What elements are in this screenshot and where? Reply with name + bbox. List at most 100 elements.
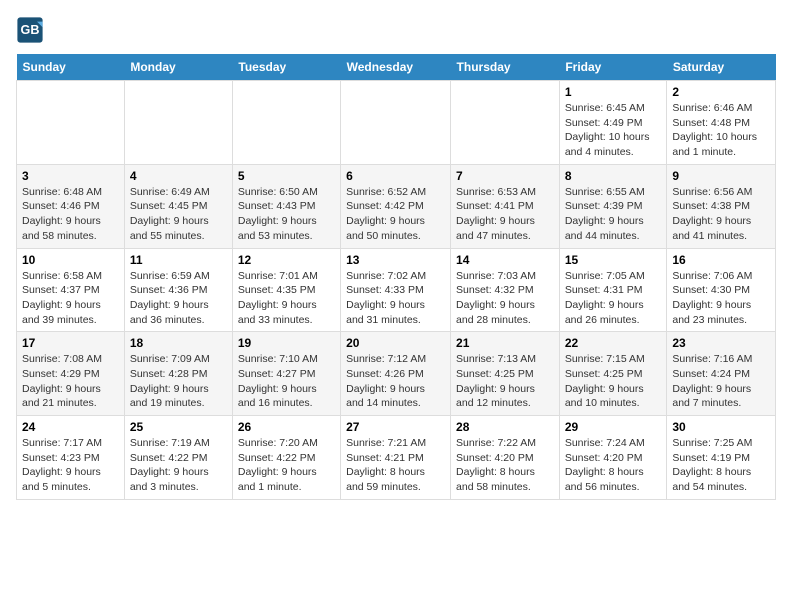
day-info: Sunrise: 6:50 AM Sunset: 4:43 PM Dayligh… [238,185,335,244]
day-info: Sunrise: 7:12 AM Sunset: 4:26 PM Dayligh… [346,352,445,411]
page-header: GB [16,16,776,44]
calendar-cell: 24 Sunrise: 7:17 AM Sunset: 4:23 PM Dayli… [17,416,125,500]
day-info: Sunrise: 6:59 AM Sunset: 4:36 PM Dayligh… [130,269,227,328]
day-info: Sunrise: 6:58 AM Sunset: 4:37 PM Dayligh… [22,269,119,328]
calendar-cell: 20 Sunrise: 7:12 AM Sunset: 4:26 PM Dayli… [341,332,451,416]
day-info: Sunrise: 7:05 AM Sunset: 4:31 PM Dayligh… [565,269,662,328]
day-number: 19 [238,336,335,350]
col-header-sunday: Sunday [17,54,125,81]
day-info: Sunrise: 7:10 AM Sunset: 4:27 PM Dayligh… [238,352,335,411]
calendar-cell: 16 Sunrise: 7:06 AM Sunset: 4:30 PM Dayli… [667,248,776,332]
day-info: Sunrise: 6:52 AM Sunset: 4:42 PM Dayligh… [346,185,445,244]
calendar-cell [124,81,232,165]
calendar-cell: 26Sunrise: 7:20 AM Sunset: 4:22 PM Dayli… [232,416,340,500]
day-info: Sunrise: 6:56 AM Sunset: 4:38 PM Dayligh… [672,185,770,244]
day-number: 30 [672,420,770,434]
day-number: 23 [672,336,770,350]
calendar-cell: 13 Sunrise: 7:02 AM Sunset: 4:33 PM Dayli… [341,248,451,332]
day-info: Sunrise: 6:46 AM Sunset: 4:48 PM Dayligh… [672,101,770,160]
day-info: Sunrise: 6:55 AM Sunset: 4:39 PM Dayligh… [565,185,662,244]
svg-text:GB: GB [21,23,40,37]
day-number: 4 [130,169,227,183]
calendar-cell: 29Sunrise: 7:24 AM Sunset: 4:20 PM Dayli… [559,416,667,500]
calendar-cell [451,81,560,165]
day-info: Sunrise: 7:17 AM Sunset: 4:23 PM Dayligh… [22,436,119,495]
calendar-week-4: 17Sunrise: 7:08 AM Sunset: 4:29 PM Dayli… [17,332,776,416]
calendar-cell [232,81,340,165]
day-number: 7 [456,169,554,183]
calendar-body: 1Sunrise: 6:45 AM Sunset: 4:49 PM Daylig… [17,81,776,500]
day-number: 11 [130,253,227,267]
day-number: 15 [565,253,662,267]
calendar-cell: 21 Sunrise: 7:13 AM Sunset: 4:25 PM Dayli… [451,332,560,416]
calendar-cell: 17Sunrise: 7:08 AM Sunset: 4:29 PM Dayli… [17,332,125,416]
calendar-table: SundayMondayTuesdayWednesdayThursdayFrid… [16,54,776,500]
day-number: 3 [22,169,119,183]
day-number: 6 [346,169,445,183]
day-info: Sunrise: 6:49 AM Sunset: 4:45 PM Dayligh… [130,185,227,244]
calendar-cell: 30 Sunrise: 7:25 AM Sunset: 4:19 PM Dayli… [667,416,776,500]
calendar-cell: 4 Sunrise: 6:49 AM Sunset: 4:45 PM Daylig… [124,164,232,248]
col-header-monday: Monday [124,54,232,81]
day-number: 21 [456,336,554,350]
calendar-week-5: 24 Sunrise: 7:17 AM Sunset: 4:23 PM Dayli… [17,416,776,500]
day-number: 10 [22,253,119,267]
day-info: Sunrise: 7:01 AM Sunset: 4:35 PM Dayligh… [238,269,335,328]
col-header-wednesday: Wednesday [341,54,451,81]
day-info: Sunrise: 6:53 AM Sunset: 4:41 PM Dayligh… [456,185,554,244]
calendar-cell: 9 Sunrise: 6:56 AM Sunset: 4:38 PM Daylig… [667,164,776,248]
col-header-tuesday: Tuesday [232,54,340,81]
day-info: Sunrise: 6:48 AM Sunset: 4:46 PM Dayligh… [22,185,119,244]
day-number: 12 [238,253,335,267]
day-info: Sunrise: 7:03 AM Sunset: 4:32 PM Dayligh… [456,269,554,328]
day-info: Sunrise: 7:25 AM Sunset: 4:19 PM Dayligh… [672,436,770,495]
col-header-saturday: Saturday [667,54,776,81]
day-number: 16 [672,253,770,267]
calendar-cell [17,81,125,165]
day-info: Sunrise: 7:21 AM Sunset: 4:21 PM Dayligh… [346,436,445,495]
day-number: 17 [22,336,119,350]
calendar-header-row: SundayMondayTuesdayWednesdayThursdayFrid… [17,54,776,81]
calendar-cell: 5Sunrise: 6:50 AM Sunset: 4:43 PM Daylig… [232,164,340,248]
calendar-week-2: 3 Sunrise: 6:48 AM Sunset: 4:46 PM Daylig… [17,164,776,248]
day-number: 24 [22,420,119,434]
calendar-cell: 3 Sunrise: 6:48 AM Sunset: 4:46 PM Daylig… [17,164,125,248]
calendar-week-1: 1Sunrise: 6:45 AM Sunset: 4:49 PM Daylig… [17,81,776,165]
day-info: Sunrise: 7:15 AM Sunset: 4:25 PM Dayligh… [565,352,662,411]
calendar-cell: 10 Sunrise: 6:58 AM Sunset: 4:37 PM Dayli… [17,248,125,332]
day-number: 25 [130,420,227,434]
calendar-cell: 22 Sunrise: 7:15 AM Sunset: 4:25 PM Dayli… [559,332,667,416]
day-number: 13 [346,253,445,267]
calendar-cell: 12 Sunrise: 7:01 AM Sunset: 4:35 PM Dayli… [232,248,340,332]
calendar-cell: 15 Sunrise: 7:05 AM Sunset: 4:31 PM Dayli… [559,248,667,332]
day-info: Sunrise: 7:20 AM Sunset: 4:22 PM Dayligh… [238,436,335,495]
calendar-cell: 18 Sunrise: 7:09 AM Sunset: 4:28 PM Dayli… [124,332,232,416]
day-number: 2 [672,85,770,99]
day-info: Sunrise: 7:13 AM Sunset: 4:25 PM Dayligh… [456,352,554,411]
calendar-cell [341,81,451,165]
calendar-cell: 7 Sunrise: 6:53 AM Sunset: 4:41 PM Daylig… [451,164,560,248]
day-info: Sunrise: 7:16 AM Sunset: 4:24 PM Dayligh… [672,352,770,411]
day-number: 20 [346,336,445,350]
calendar-cell: 6 Sunrise: 6:52 AM Sunset: 4:42 PM Daylig… [341,164,451,248]
logo-icon: GB [16,16,44,44]
calendar-cell: 25 Sunrise: 7:19 AM Sunset: 4:22 PM Dayli… [124,416,232,500]
day-info: Sunrise: 7:19 AM Sunset: 4:22 PM Dayligh… [130,436,227,495]
day-number: 18 [130,336,227,350]
calendar-cell: 8Sunrise: 6:55 AM Sunset: 4:39 PM Daylig… [559,164,667,248]
calendar-cell: 28Sunrise: 7:22 AM Sunset: 4:20 PM Dayli… [451,416,560,500]
day-info: Sunrise: 7:06 AM Sunset: 4:30 PM Dayligh… [672,269,770,328]
calendar-cell: 19 Sunrise: 7:10 AM Sunset: 4:27 PM Dayli… [232,332,340,416]
calendar-cell: 1Sunrise: 6:45 AM Sunset: 4:49 PM Daylig… [559,81,667,165]
col-header-friday: Friday [559,54,667,81]
day-number: 29 [565,420,662,434]
day-number: 22 [565,336,662,350]
day-info: Sunrise: 7:02 AM Sunset: 4:33 PM Dayligh… [346,269,445,328]
day-info: Sunrise: 6:45 AM Sunset: 4:49 PM Dayligh… [565,101,662,160]
day-number: 14 [456,253,554,267]
calendar-cell: 14 Sunrise: 7:03 AM Sunset: 4:32 PM Dayli… [451,248,560,332]
day-info: Sunrise: 7:22 AM Sunset: 4:20 PM Dayligh… [456,436,554,495]
calendar-cell: 27Sunrise: 7:21 AM Sunset: 4:21 PM Dayli… [341,416,451,500]
day-info: Sunrise: 7:09 AM Sunset: 4:28 PM Dayligh… [130,352,227,411]
day-number: 9 [672,169,770,183]
